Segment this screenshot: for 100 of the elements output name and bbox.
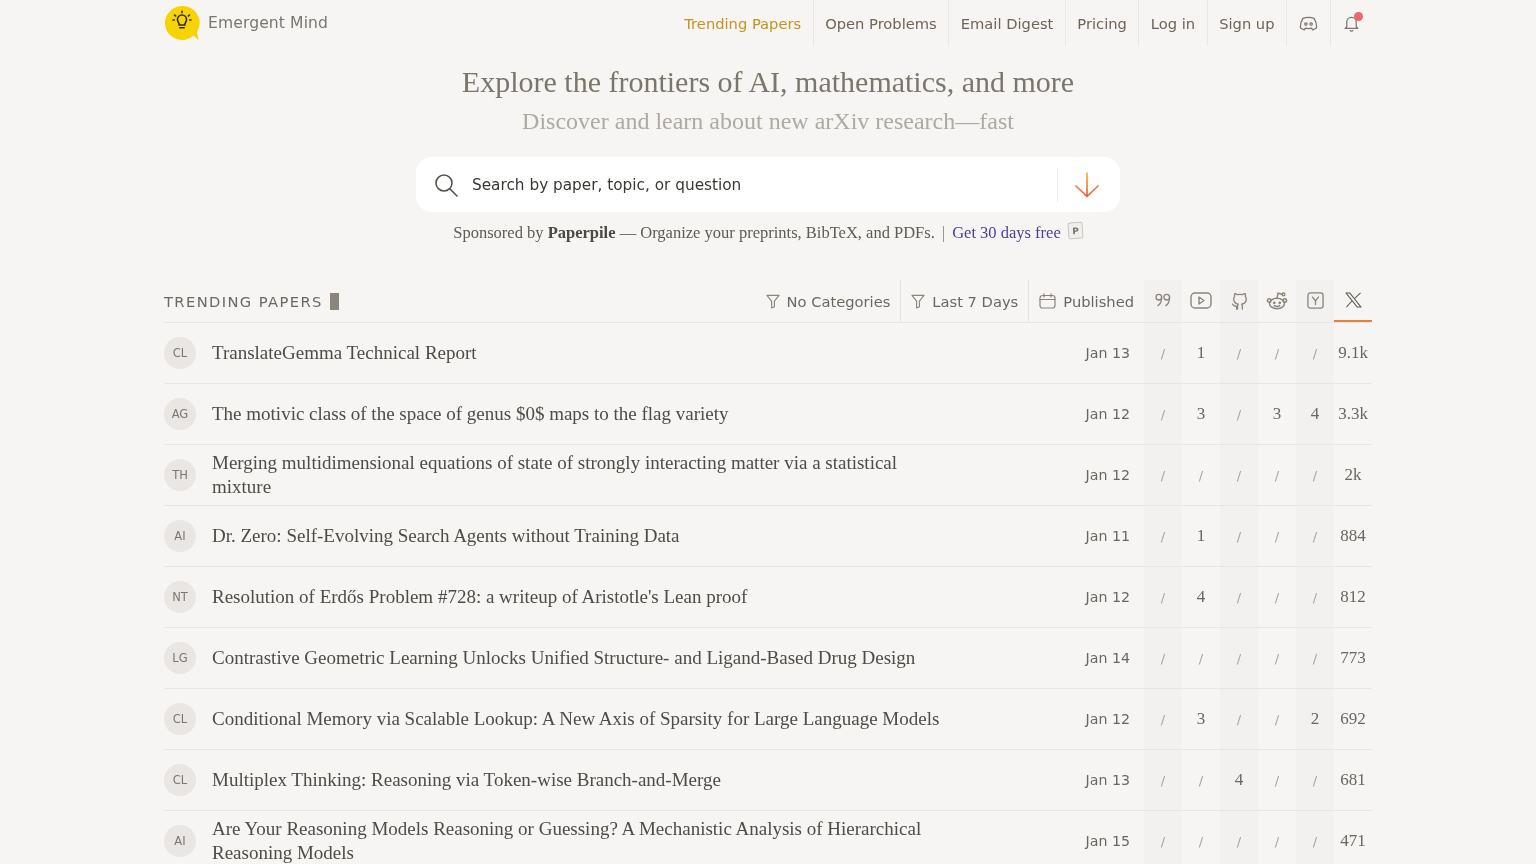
section-title: TRENDING PAPERS bbox=[164, 292, 323, 310]
date-text: Jan 13 bbox=[1085, 345, 1130, 361]
table-cell: / bbox=[1144, 506, 1182, 566]
table-cell-text: / bbox=[1273, 466, 1281, 485]
table-cell: / bbox=[1144, 384, 1182, 444]
paper-title[interactable]: Resolution of Erdős Problem #728: a writeup of Aristotle's Lean proof bbox=[212, 585, 748, 609]
paper-title[interactable]: Merging multidimensional equations of state of strongly interacting matter via a statistical mixture bbox=[212, 451, 942, 499]
y-square-icon bbox=[1306, 291, 1324, 309]
sort-tab[interactable] bbox=[1220, 280, 1258, 322]
table-cell-text: / bbox=[1273, 344, 1281, 363]
date-text: Jan 11 bbox=[1085, 528, 1130, 544]
date-text: Jan 15 bbox=[1085, 833, 1130, 849]
paper-title[interactable]: Are Your Reasoning Models Reasoning or Guessing? A Mechanistic Analysis of Hierarchical Reasoning Models bbox=[212, 817, 942, 864]
bell-icon[interactable] bbox=[1343, 14, 1360, 32]
x-mark-icon bbox=[1344, 292, 1362, 308]
paper-title[interactable]: TranslateGemma Technical Report bbox=[212, 341, 477, 365]
table-cell: / bbox=[1296, 628, 1334, 688]
category-tag: CL bbox=[164, 703, 196, 735]
table-cell: 4 bbox=[1296, 384, 1334, 444]
search-icon bbox=[434, 172, 458, 197]
nav-link[interactable]: Log in bbox=[1138, 0, 1207, 46]
table-cell-text: 1 bbox=[1195, 342, 1207, 364]
table-cell-text: 773 bbox=[1339, 647, 1367, 669]
filter-dropdown[interactable]: Last 7 Days bbox=[901, 280, 1030, 322]
table-cell-text: 3 bbox=[1271, 403, 1283, 425]
pipe-separator: | bbox=[941, 222, 946, 244]
play-button-icon bbox=[1190, 291, 1212, 309]
table-cell: / bbox=[1296, 323, 1334, 383]
table-cell-text: 471 bbox=[1339, 830, 1367, 852]
category-tag: AI bbox=[164, 520, 196, 552]
date-text: Jan 12 bbox=[1085, 467, 1130, 483]
table-cell: / bbox=[1220, 384, 1258, 444]
table-cell: / bbox=[1296, 750, 1334, 810]
table-cell-text: 3 bbox=[1195, 708, 1207, 730]
category-tag: CL bbox=[164, 764, 196, 796]
table-cell-text: / bbox=[1273, 649, 1281, 668]
category-tag: AG bbox=[164, 398, 196, 430]
nav-link[interactable]: Open Problems bbox=[812, 0, 949, 46]
table-cell: 4 bbox=[1220, 750, 1258, 810]
table-cell-text: 3.3k bbox=[1337, 403, 1369, 425]
nav-link[interactable]: Pricing bbox=[1064, 0, 1139, 46]
table-cell: / bbox=[1220, 811, 1258, 864]
paper-title[interactable]: Conditional Memory via Scalable Lookup: A New Axis of Sparsity for Large Language Models bbox=[212, 707, 940, 731]
category-tag: AI bbox=[164, 825, 196, 857]
cat-head-icon bbox=[1229, 290, 1249, 310]
sort-dropdown[interactable]: Published bbox=[1029, 280, 1144, 322]
table-cell-text: / bbox=[1197, 466, 1205, 485]
nav-link[interactable]: Sign up bbox=[1206, 0, 1286, 46]
paper-title[interactable]: Dr. Zero: Self-Evolving Search Agents without Training Data bbox=[212, 524, 680, 548]
table-cell: / bbox=[1144, 628, 1182, 688]
table-cell: / bbox=[1220, 445, 1258, 505]
paper-title[interactable]: The motivic class of the space of genus $0$ maps to the flag variety bbox=[212, 402, 729, 426]
table-cell-text: / bbox=[1197, 649, 1205, 668]
table-cell: / bbox=[1144, 323, 1182, 383]
category-tag: TH bbox=[164, 459, 196, 491]
funnel-icon bbox=[765, 293, 780, 309]
table-cell: / bbox=[1144, 811, 1182, 864]
table-cell: / bbox=[1144, 445, 1182, 505]
nav-link[interactable]: Email Digest bbox=[948, 0, 1065, 46]
hero-title: Explore the frontiers of AI, mathematics, and more bbox=[460, 64, 1076, 100]
brand-name[interactable]: Emergent Mind bbox=[208, 14, 329, 32]
arrow-down-icon[interactable] bbox=[1074, 171, 1100, 198]
table-cell: / bbox=[1144, 689, 1182, 749]
sort-tab[interactable] bbox=[1296, 280, 1334, 322]
table-cell-text: / bbox=[1273, 588, 1281, 607]
funnel-icon bbox=[911, 293, 926, 309]
alien-head-icon bbox=[1266, 290, 1288, 310]
table-cell: / bbox=[1296, 506, 1334, 566]
search-field[interactable]: Search by paper, topic, or question bbox=[416, 157, 1120, 212]
block-cursor-icon bbox=[329, 292, 339, 310]
table-cell-text: / bbox=[1197, 771, 1205, 790]
table-cell: / bbox=[1220, 506, 1258, 566]
game-controller-icon[interactable] bbox=[1299, 15, 1318, 31]
lightbulb-logo-icon[interactable] bbox=[164, 5, 200, 41]
table-cell-text: 681 bbox=[1339, 769, 1367, 791]
date-text: Jan 13 bbox=[1085, 772, 1130, 788]
paper-title[interactable]: Multiplex Thinking: Reasoning via Token-wise Branch-and-Merge bbox=[212, 768, 721, 792]
table-cell: / bbox=[1296, 811, 1334, 864]
table-cell: 2 bbox=[1296, 689, 1334, 749]
table-cell-text: 4 bbox=[1195, 586, 1207, 608]
date-text: Jan 12 bbox=[1085, 589, 1130, 605]
table-cell-text: 9.1k bbox=[1337, 342, 1369, 364]
category-tag: LG bbox=[164, 642, 196, 674]
table-cell: / bbox=[1220, 628, 1258, 688]
category-tag: NT bbox=[164, 581, 196, 613]
sponsor-logo: P bbox=[1067, 221, 1084, 239]
table-cell-text: / bbox=[1273, 771, 1281, 790]
table-cell-text: 2k bbox=[1343, 464, 1363, 486]
table-cell: / bbox=[1220, 689, 1258, 749]
filter-dropdown[interactable]: No Categories bbox=[755, 280, 902, 322]
search-input[interactable]: Search by paper, topic, or question bbox=[472, 157, 1057, 212]
category-tag: CL bbox=[164, 337, 196, 369]
sort-tab[interactable] bbox=[1144, 280, 1182, 322]
quote-icon bbox=[1154, 293, 1172, 307]
paper-title[interactable]: Contrastive Geometric Learning Unlocks Unified Structure- and Ligand-Based Drug Design bbox=[212, 646, 916, 670]
table-cell-text: 1 bbox=[1195, 525, 1207, 547]
table-cell: / bbox=[1220, 323, 1258, 383]
table-cell: / bbox=[1220, 567, 1258, 627]
date-text: Jan 12 bbox=[1085, 711, 1130, 727]
trial-link[interactable]: Get 30 days free bbox=[952, 222, 1061, 244]
